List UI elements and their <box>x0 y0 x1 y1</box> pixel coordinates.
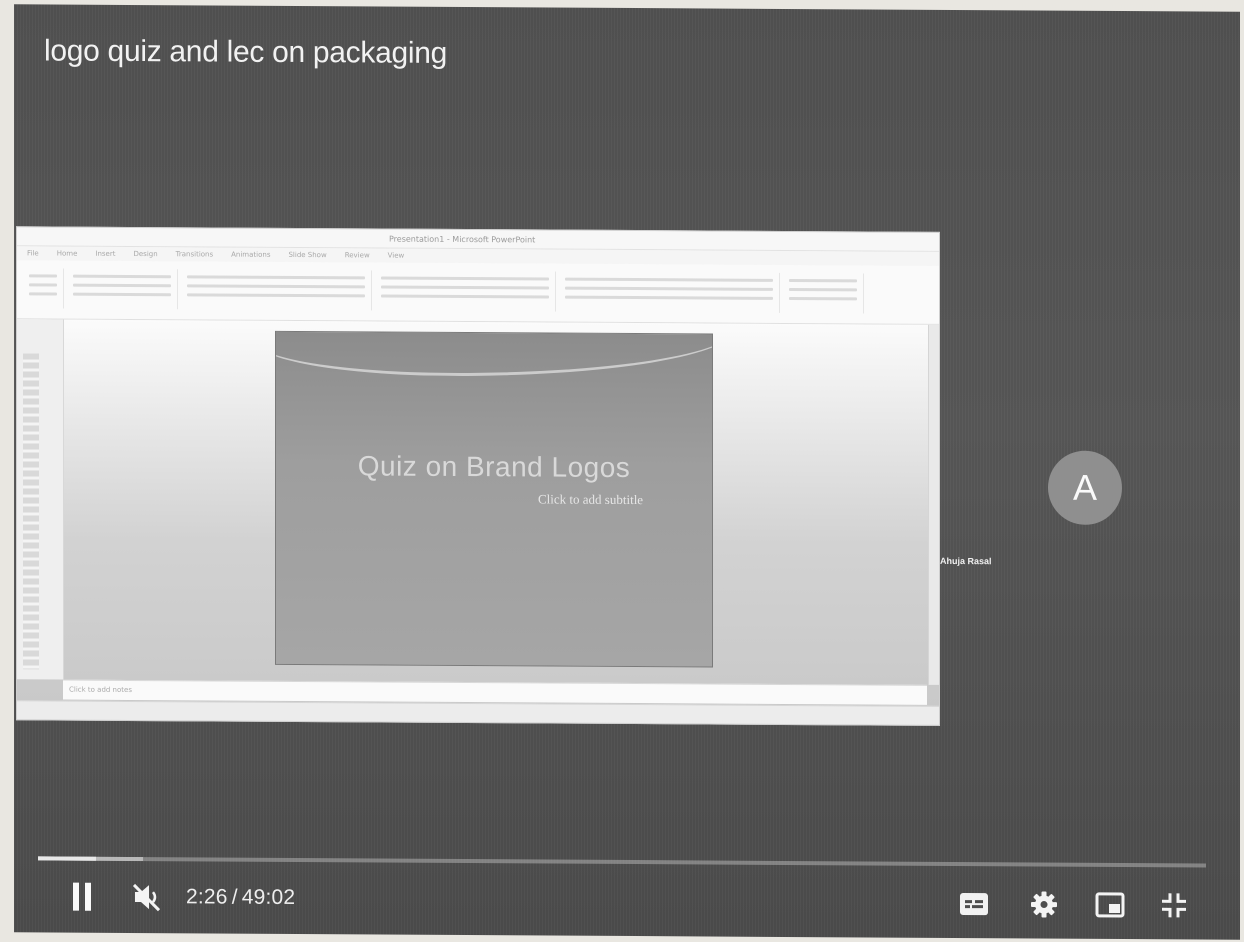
pause-button[interactable] <box>62 877 102 917</box>
ribbon-group <box>23 268 64 309</box>
participant-avatar: A <box>1048 450 1122 526</box>
slide-thumbnails <box>23 353 39 670</box>
ribbon-tab: Slide Show <box>288 250 327 260</box>
ribbon-tab: Transitions <box>175 250 214 259</box>
ribbon-group <box>559 271 780 313</box>
editor-area: Quiz on Brand Logos Click to add subtitl… <box>17 319 939 725</box>
time-separator: / <box>231 885 238 909</box>
slide-wave-decoration <box>275 330 713 378</box>
current-time: 2:26 <box>186 885 228 909</box>
current-slide: Quiz on Brand Logos Click to add subtitl… <box>275 330 713 668</box>
slide-subtitle: Click to add subtitle <box>538 491 644 508</box>
video-title: logo quiz and lec on packaging <box>44 34 447 70</box>
settings-button[interactable] <box>1024 884 1064 924</box>
progress-played <box>38 856 96 861</box>
ribbon-tab: Insert <box>95 249 116 258</box>
miniplayer-icon <box>1095 892 1125 918</box>
ribbon-group <box>181 269 372 311</box>
ribbon-toolbar <box>17 260 939 325</box>
pause-icon <box>70 882 94 911</box>
miniplayer-button[interactable] <box>1088 885 1132 925</box>
gear-icon <box>1031 891 1057 918</box>
exit-fullscreen-button[interactable] <box>1152 885 1196 925</box>
ribbon-tab: Design <box>133 249 158 259</box>
ribbon-group <box>67 268 178 310</box>
duration: 49:02 <box>241 885 296 909</box>
slide-title: Quiz on Brand Logos <box>357 450 631 484</box>
ribbon-group <box>783 272 864 314</box>
window-title: Presentation1 - Microsoft PowerPoint <box>389 234 536 244</box>
progress-bar[interactable] <box>38 856 1206 868</box>
ribbon-tab: Home <box>56 249 78 258</box>
ribbon-tab: Review <box>344 251 370 260</box>
subtitles-button[interactable] <box>954 884 994 924</box>
volume-muted-icon <box>132 883 161 912</box>
ribbon-group <box>375 270 556 312</box>
closed-captions-icon <box>960 893 988 916</box>
ribbon-tab: File <box>27 249 39 258</box>
ribbon-tab: Animations <box>231 250 271 259</box>
shared-screen-window: Presentation1 - Microsoft PowerPoint Fil… <box>16 226 940 726</box>
ribbon-tab: View <box>387 251 405 260</box>
mute-button[interactable] <box>126 877 170 917</box>
time-display: 2:26/49:02 <box>186 885 295 910</box>
exit-fullscreen-icon <box>1162 893 1186 918</box>
slides-panel <box>17 319 64 680</box>
editor-scrollbar <box>928 324 939 685</box>
participant-name: Ahuja Rasal <box>940 555 992 567</box>
video-player[interactable]: logo quiz and lec on packaging Presentat… <box>14 4 1240 940</box>
